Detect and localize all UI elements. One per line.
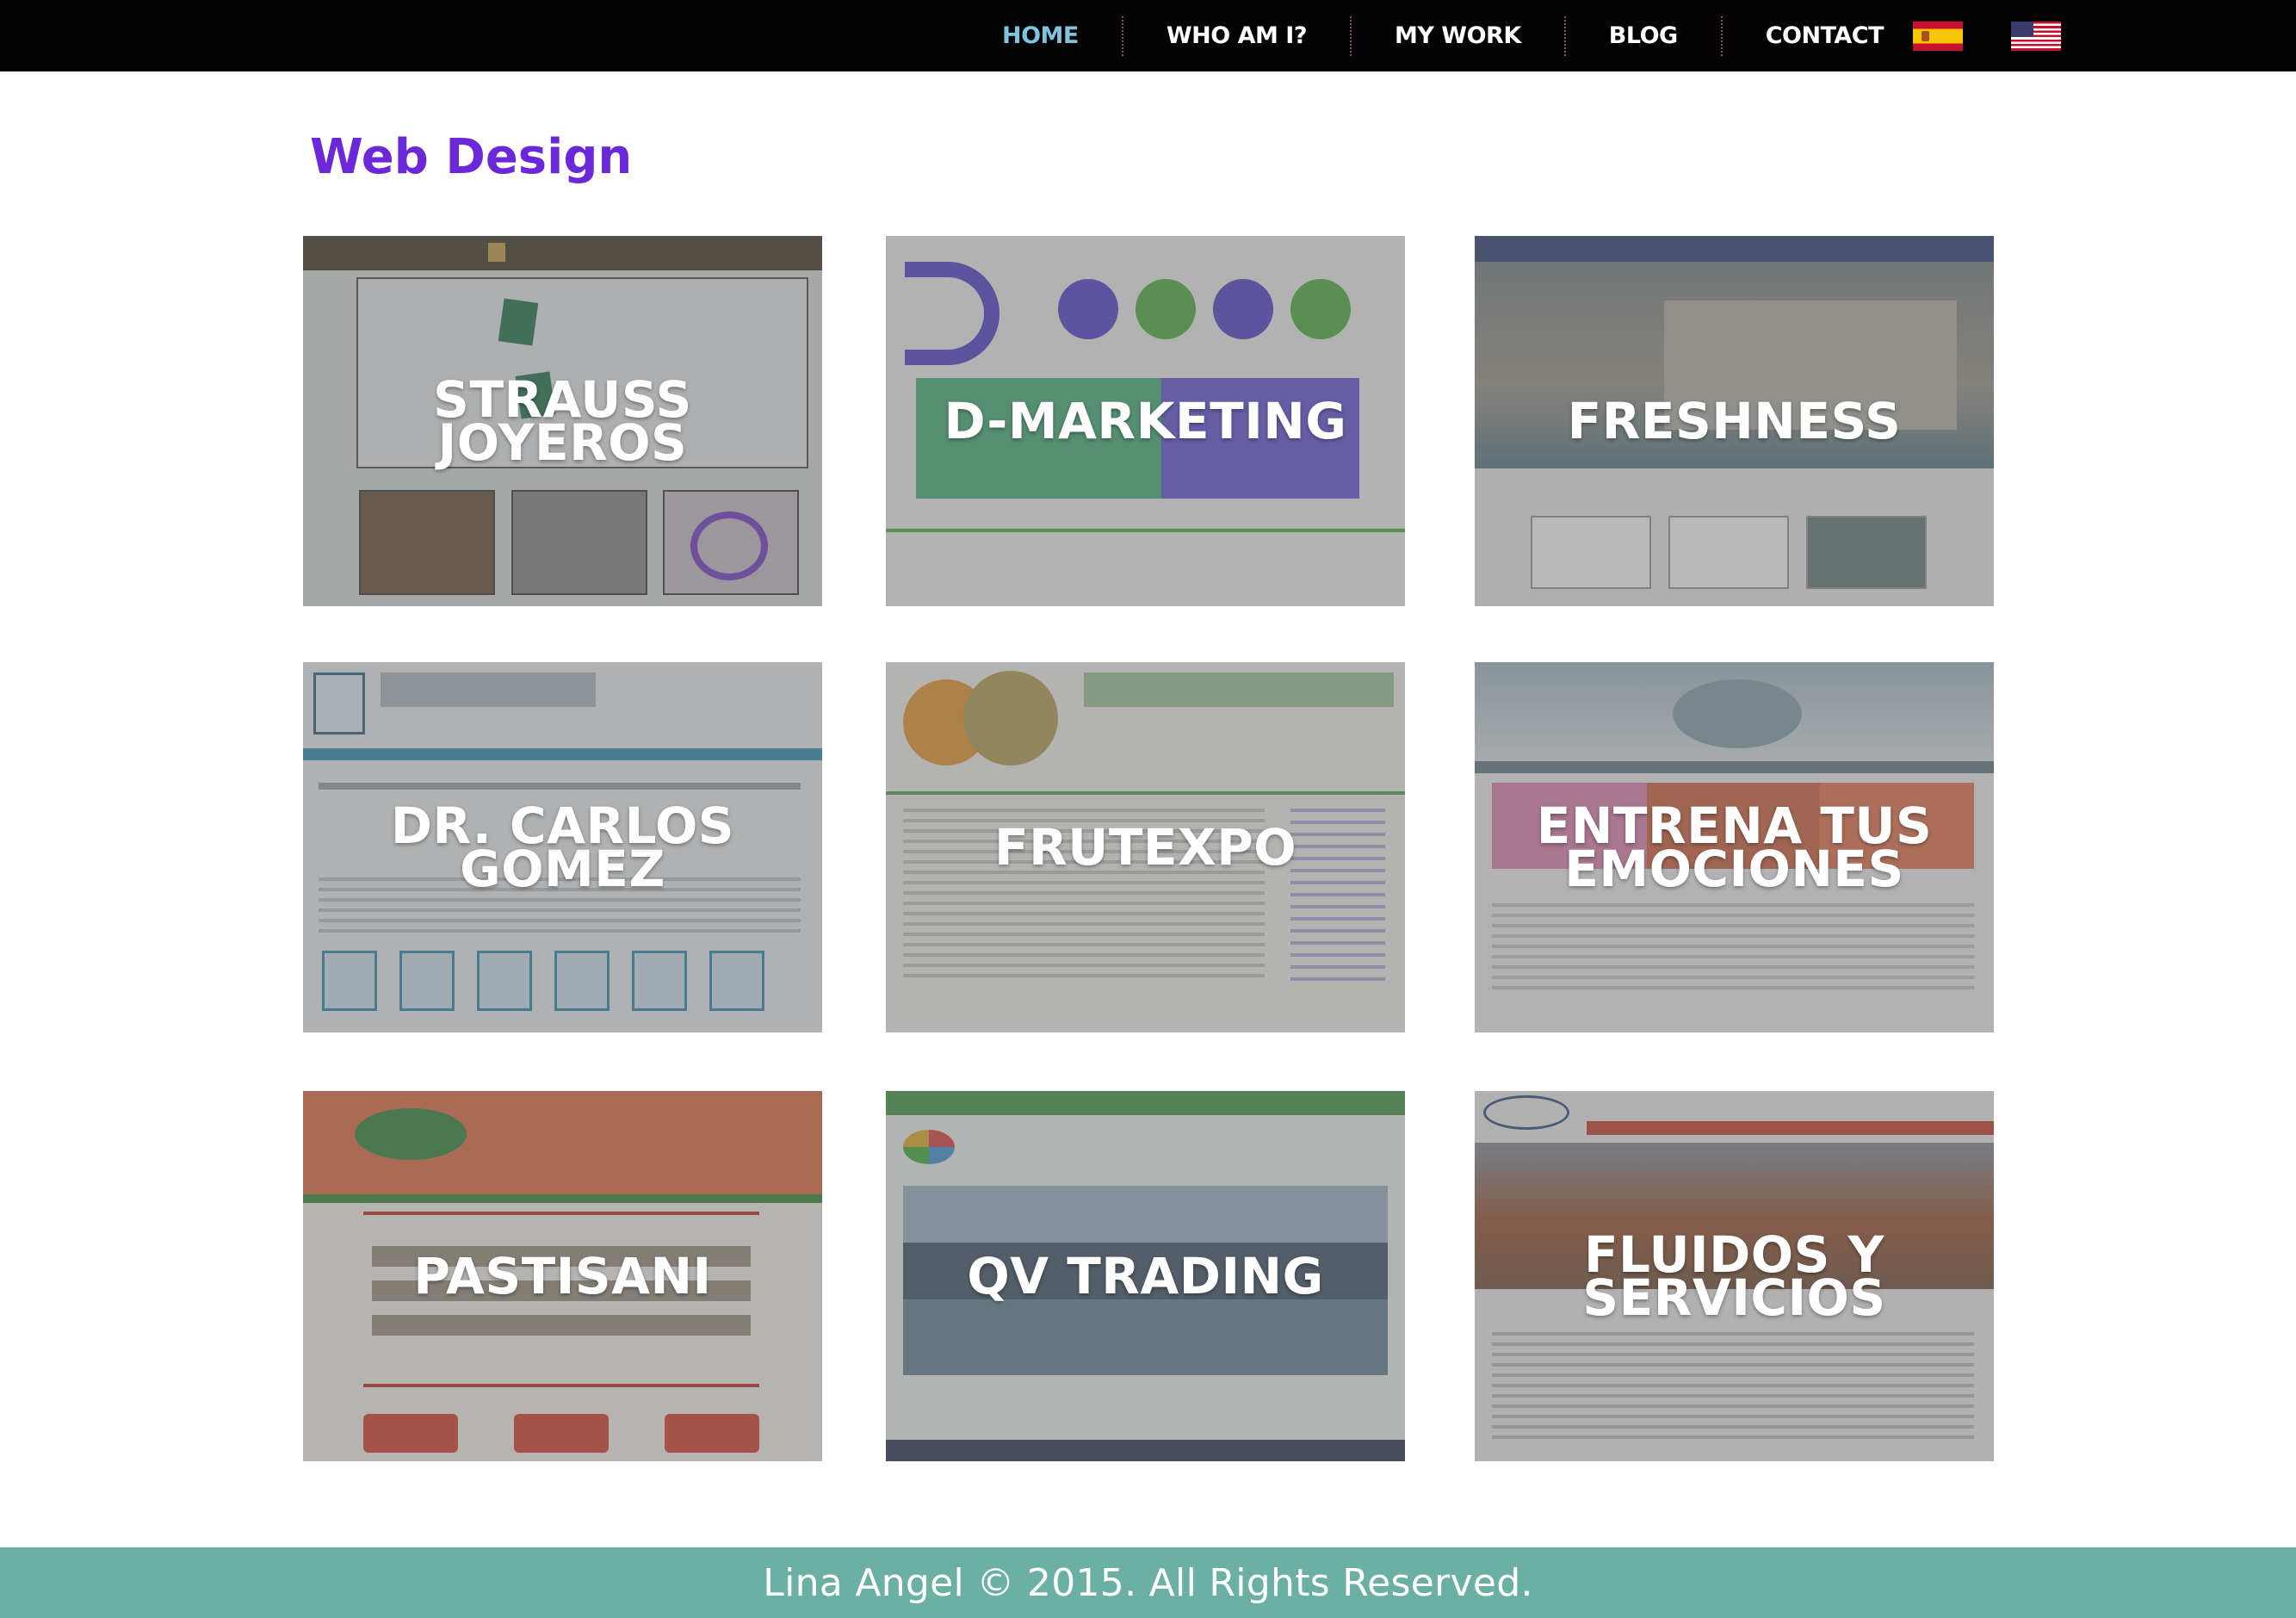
portfolio-tile-qv-trading[interactable]: QV TRADING — [886, 1091, 1405, 1461]
tile-label: FRUTEXPO — [993, 818, 1297, 877]
top-navigation-bar: HOME WHO AM I? MY WORK BLOG CONTACT — [0, 0, 2296, 71]
nav-link-home[interactable]: HOME — [981, 22, 1122, 49]
footer: Lina Angel © 2015. All Rights Reserved. — [0, 1547, 2296, 1618]
page-title: Web Design — [310, 129, 633, 185]
usa-flag-icon[interactable] — [2011, 21, 2062, 51]
portfolio-tile-dr-carlos-gomez[interactable]: DR. CARLOS GOMEZ — [303, 662, 822, 1032]
tile-label: FRESHNESS — [1567, 392, 1902, 450]
copyright-text: Lina Angel © 2015. All Rights Reserved. — [763, 1560, 1533, 1605]
nav-link-who-am-i[interactable]: WHO AM I? — [1123, 22, 1350, 49]
portfolio-tile-entrena-tus-emociones[interactable]: ENTRENA TUS EMOCIONES — [1475, 662, 1994, 1032]
nav-link-blog[interactable]: BLOG — [1566, 22, 1721, 49]
tile-label: PASTISANI — [413, 1247, 712, 1305]
nav-link-my-work[interactable]: MY WORK — [1352, 22, 1564, 49]
portfolio-tile-d-marketing[interactable]: D-MARKETING — [886, 236, 1405, 606]
spain-flag-icon[interactable] — [1913, 21, 1964, 51]
tile-label: D-MARKETING — [944, 392, 1347, 450]
portfolio-tile-pastisani[interactable]: PASTISANI — [303, 1091, 822, 1461]
portfolio-tile-freshness[interactable]: FRESHNESS — [1475, 236, 1994, 606]
portfolio-tile-frutexpo[interactable]: FRUTEXPO — [886, 662, 1405, 1032]
main-nav: HOME WHO AM I? MY WORK BLOG CONTACT — [981, 0, 2062, 71]
portfolio-tile-strauss-joyeros[interactable]: STRAUSS JOYEROS — [303, 236, 822, 606]
nav-item-my-work: MY WORK — [1352, 0, 1564, 71]
portfolio-tile-fluidos-y-servicios[interactable]: FLUIDOS Y SERVICIOS — [1475, 1091, 1994, 1461]
nav-item-home: HOME — [981, 0, 1122, 71]
nav-item-contact: CONTACT — [1723, 0, 1913, 71]
nav-item-who-am-i: WHO AM I? — [1123, 0, 1350, 71]
tile-label: DR. CARLOS GOMEZ — [390, 797, 735, 898]
tile-label: STRAUSS JOYEROS — [433, 370, 692, 472]
tile-label: QV TRADING — [967, 1247, 1324, 1305]
tile-label: ENTRENA TUS EMOCIONES — [1536, 797, 1933, 898]
nav-item-blog: BLOG — [1566, 0, 1721, 71]
nav-link-contact[interactable]: CONTACT — [1723, 22, 1913, 49]
tile-label: FLUIDOS Y SERVICIOS — [1582, 1225, 1886, 1327]
